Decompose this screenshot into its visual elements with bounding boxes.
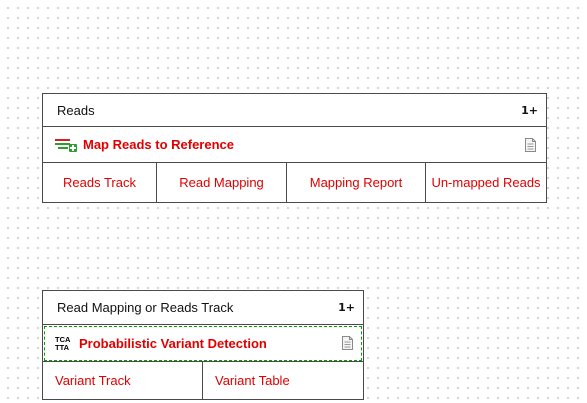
input-label: Read Mapping or Reads Track <box>57 300 234 315</box>
tool-left: TCA TTA Probabilistic Variant Detection <box>55 335 267 351</box>
outputs-row: Variant Track Variant Table <box>43 362 363 399</box>
tool-row-map-reads[interactable]: Map Reads to Reference <box>43 127 546 163</box>
workflow-block-variant-detection[interactable]: Read Mapping or Reads Track 1+ TCA TTA P… <box>42 290 364 400</box>
output-read-mapping[interactable]: Read Mapping <box>157 163 287 202</box>
workflow-block-map-reads[interactable]: Reads 1+ Map Reads to Reference Reads Tr… <box>42 93 547 203</box>
output-unmapped-reads[interactable]: Un-mapped Reads <box>426 163 546 202</box>
variant-detection-icon: TCA TTA <box>55 335 73 351</box>
input-multiplicity: 1+ <box>338 301 355 314</box>
output-mapping-report[interactable]: Mapping Report <box>287 163 426 202</box>
input-label: Reads <box>57 102 95 118</box>
output-variant-track[interactable]: Variant Track <box>43 362 203 399</box>
output-reads-track[interactable]: Reads Track <box>43 163 157 202</box>
tool-label: Probabilistic Variant Detection <box>79 335 267 351</box>
tool-label: Map Reads to Reference <box>83 137 234 152</box>
tool-row-variant-detection[interactable]: TCA TTA Probabilistic Variant Detection <box>43 325 363 362</box>
svg-text:TTA: TTA <box>55 343 70 351</box>
input-row-read-mapping[interactable]: Read Mapping or Reads Track 1+ <box>43 291 363 325</box>
input-row-reads[interactable]: Reads 1+ <box>43 94 546 127</box>
outputs-row: Reads Track Read Mapping Mapping Report … <box>43 163 546 202</box>
tool-left: Map Reads to Reference <box>55 137 234 152</box>
output-variant-table[interactable]: Variant Table <box>203 362 363 399</box>
document-icon[interactable] <box>342 336 353 350</box>
map-reads-icon <box>55 138 77 152</box>
document-icon[interactable] <box>525 137 536 152</box>
input-multiplicity: 1+ <box>521 103 538 117</box>
